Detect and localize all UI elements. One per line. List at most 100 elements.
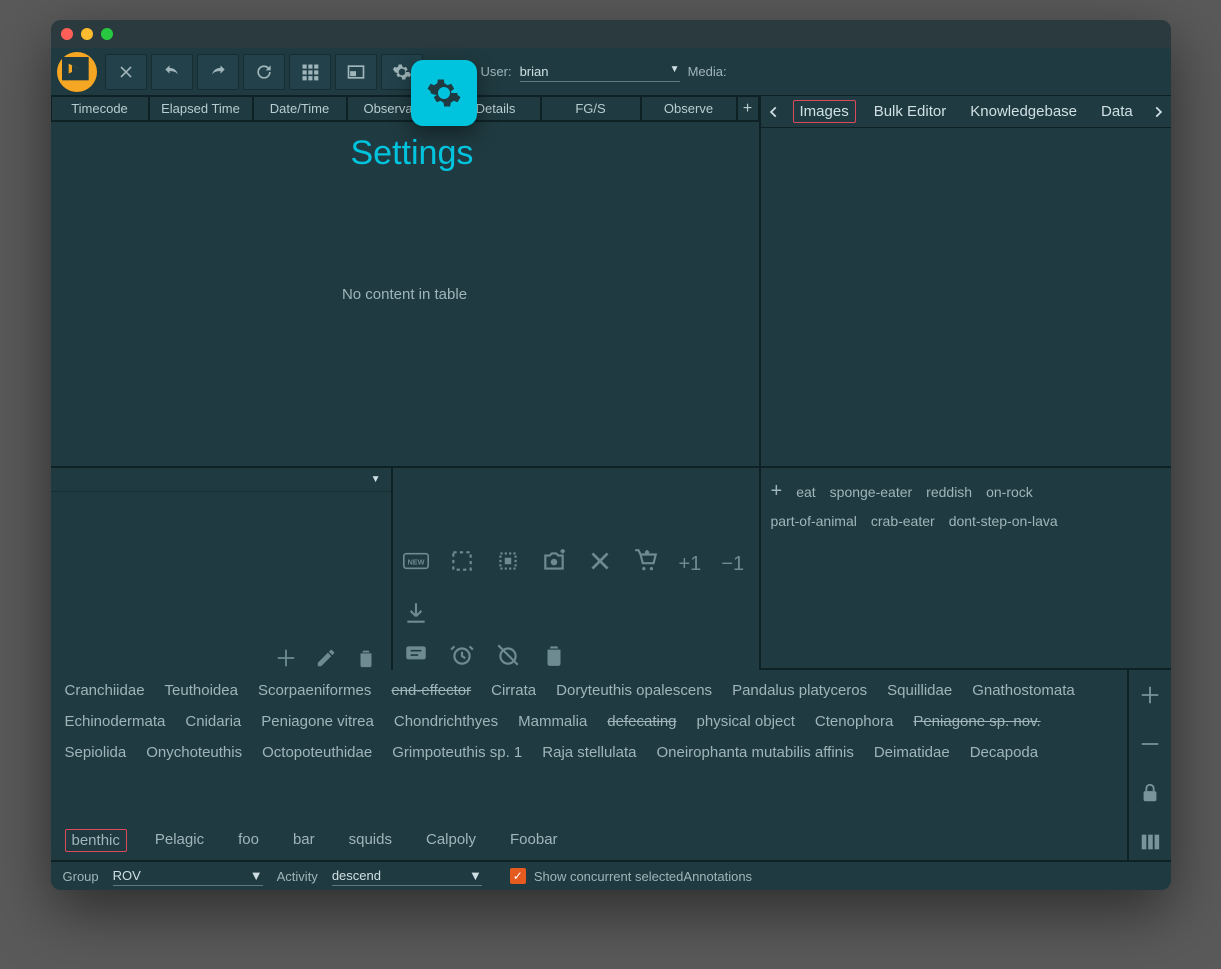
tag-item[interactable]: crab-eater bbox=[871, 513, 935, 529]
activity-label: Activity bbox=[277, 869, 318, 884]
tab-bulk-editor[interactable]: Bulk Editor bbox=[868, 99, 953, 124]
table-headers: Timecode Elapsed Time Date/Time Observat… bbox=[51, 96, 759, 122]
tag-item[interactable]: on-rock bbox=[986, 484, 1033, 500]
redo-button[interactable] bbox=[197, 54, 239, 90]
undo-button[interactable] bbox=[151, 54, 193, 90]
caret-down-icon: ▼ bbox=[670, 64, 680, 79]
activity-select[interactable]: descend ▼ bbox=[332, 866, 482, 886]
col-elapsed[interactable]: Elapsed Time bbox=[149, 96, 253, 121]
tag-item[interactable]: eat bbox=[796, 484, 815, 500]
plus-one-button[interactable]: +1 bbox=[679, 553, 702, 576]
minimize-window-button[interactable] bbox=[81, 28, 93, 40]
concept-tab-foo[interactable]: foo bbox=[232, 829, 265, 852]
media-label: Media: bbox=[688, 64, 727, 79]
clear-button[interactable] bbox=[105, 54, 147, 90]
group-select[interactable]: ROV ▼ bbox=[113, 866, 263, 886]
concept-word[interactable]: Sepiolida bbox=[65, 744, 127, 761]
group-label: Group bbox=[63, 869, 99, 884]
concept-word[interactable]: Ctenophora bbox=[815, 713, 893, 730]
camera-add-icon[interactable] bbox=[541, 548, 567, 580]
concept-word[interactable]: Pandalus platyceros bbox=[732, 682, 867, 699]
delete-button[interactable] bbox=[355, 647, 377, 674]
concept-word[interactable]: Gnathostomata bbox=[972, 682, 1075, 699]
col-observation[interactable]: Observation bbox=[347, 96, 451, 121]
concept-word[interactable]: Octopoteuthidae bbox=[262, 744, 372, 761]
concept-word[interactable]: Doryteuthis opalescens bbox=[556, 682, 712, 699]
zoom-in-button[interactable] bbox=[1139, 684, 1161, 711]
user-select[interactable]: brian ▼ bbox=[520, 62, 680, 82]
add-tag-button[interactable]: + bbox=[771, 480, 783, 503]
select-all-icon[interactable] bbox=[495, 548, 521, 580]
col-fgs[interactable]: FG/S bbox=[541, 96, 641, 121]
concept-word[interactable]: Cirrata bbox=[491, 682, 536, 699]
concept-tab-squids[interactable]: squids bbox=[343, 829, 398, 852]
window-button[interactable] bbox=[335, 54, 377, 90]
add-user-button[interactable] bbox=[427, 54, 469, 90]
concept-word[interactable]: Peniagone vitrea bbox=[261, 713, 374, 730]
col-timecode[interactable]: Timecode bbox=[51, 96, 149, 121]
concept-word[interactable]: Onychoteuthis bbox=[146, 744, 242, 761]
tabs-next-button[interactable] bbox=[1151, 105, 1165, 119]
concept-word[interactable]: Squillidae bbox=[887, 682, 952, 699]
concept-word[interactable]: defecating bbox=[607, 713, 676, 730]
select-crop-icon[interactable] bbox=[449, 548, 475, 580]
concept-tab-pelagic[interactable]: Pelagic bbox=[149, 829, 210, 852]
col-details[interactable]: Details bbox=[451, 96, 541, 121]
tabs-prev-button[interactable] bbox=[767, 105, 781, 119]
concept-word[interactable]: physical object bbox=[697, 713, 795, 730]
close-window-button[interactable] bbox=[61, 28, 73, 40]
concept-word[interactable]: Peniagone sp. nov. bbox=[913, 713, 1040, 730]
concept-word[interactable]: Oneirophanta mutabilis affinis bbox=[656, 744, 853, 761]
add-column-button[interactable]: + bbox=[737, 96, 759, 121]
concept-tab-benthic[interactable]: benthic bbox=[65, 829, 127, 852]
entry-dropdown[interactable]: ▼ bbox=[51, 468, 391, 492]
maximize-window-button[interactable] bbox=[101, 28, 113, 40]
tag-item[interactable]: part-of-animal bbox=[771, 513, 857, 529]
concept-word[interactable]: Grimpoteuthis sp. 1 bbox=[392, 744, 522, 761]
refresh-button[interactable] bbox=[243, 54, 285, 90]
settings-button[interactable] bbox=[381, 54, 423, 90]
tag-item[interactable]: sponge-eater bbox=[830, 484, 913, 500]
quick-tag-panel: + eat sponge-eater reddish on-rock part-… bbox=[761, 468, 1171, 668]
concept-word[interactable]: Deimatidae bbox=[874, 744, 950, 761]
concept-word[interactable]: Raja stellulata bbox=[542, 744, 636, 761]
concept-cloud: Cranchiidae Teuthoidea Scorpaeniformes end-… bbox=[51, 670, 1171, 860]
lock-button[interactable] bbox=[1139, 782, 1161, 809]
concept-tab-foobar[interactable]: Foobar bbox=[504, 829, 564, 852]
concept-word[interactable]: Cranchiidae bbox=[65, 682, 145, 699]
concept-tab-bar[interactable]: bar bbox=[287, 829, 321, 852]
user-label: User: bbox=[481, 64, 512, 79]
concept-tab-calpoly[interactable]: Calpoly bbox=[420, 829, 482, 852]
concept-word[interactable]: Echinodermata bbox=[65, 713, 166, 730]
download-icon[interactable] bbox=[403, 600, 429, 632]
tag-item[interactable]: reddish bbox=[926, 484, 972, 500]
new-badge-icon[interactable]: NEW bbox=[403, 548, 429, 580]
concept-word[interactable]: Decapoda bbox=[970, 744, 1038, 761]
tab-knowledgebase[interactable]: Knowledgebase bbox=[964, 99, 1083, 124]
concept-word[interactable]: Cnidaria bbox=[185, 713, 241, 730]
concurrent-label: Show concurrent selectedAnnotations bbox=[534, 869, 752, 884]
add-button[interactable] bbox=[275, 647, 297, 674]
grid-button[interactable] bbox=[289, 54, 331, 90]
tab-data[interactable]: Data bbox=[1095, 99, 1139, 124]
edit-button[interactable] bbox=[315, 647, 337, 674]
tab-images[interactable]: Images bbox=[793, 100, 856, 123]
concept-word[interactable]: Scorpaeniformes bbox=[258, 682, 371, 699]
table-empty-message: No content in table bbox=[51, 122, 759, 466]
zoom-out-button[interactable] bbox=[1139, 733, 1161, 760]
app-logo bbox=[57, 52, 97, 92]
concept-word[interactable]: Teuthoidea bbox=[165, 682, 238, 699]
close-icon[interactable] bbox=[587, 548, 613, 580]
user-row: User: brian ▼ Media: bbox=[481, 62, 727, 82]
concept-word[interactable]: Mammalia bbox=[518, 713, 587, 730]
tag-item[interactable]: dont-step-on-lava bbox=[949, 513, 1058, 529]
concurrent-checkbox[interactable]: ✓ bbox=[510, 868, 526, 884]
minus-one-button[interactable]: −1 bbox=[721, 553, 744, 576]
concept-cloud-main: Cranchiidae Teuthoidea Scorpaeniformes end-… bbox=[51, 670, 1127, 860]
columns-button[interactable] bbox=[1139, 831, 1161, 858]
concept-word[interactable]: Chondrichthyes bbox=[394, 713, 498, 730]
concept-word[interactable]: end-effector bbox=[391, 682, 471, 699]
col-datetime[interactable]: Date/Time bbox=[253, 96, 347, 121]
col-observe[interactable]: Observe bbox=[641, 96, 737, 121]
add-cart-icon[interactable] bbox=[633, 548, 659, 580]
